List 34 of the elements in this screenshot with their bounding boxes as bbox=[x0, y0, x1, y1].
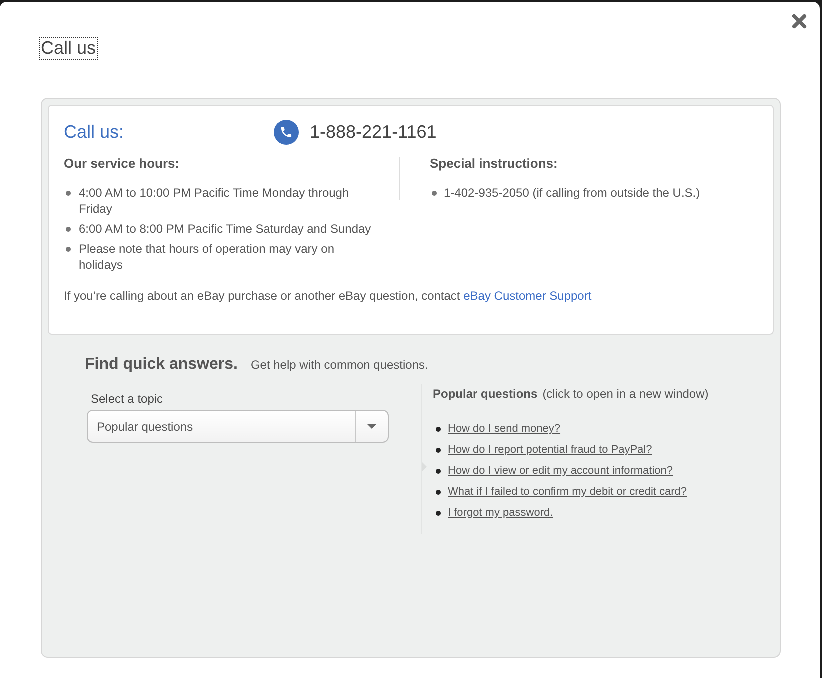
question-link[interactable]: I forgot my password. bbox=[448, 506, 554, 520]
bullet-icon bbox=[66, 191, 71, 196]
special-instructions-text: 1-402-935-2050 (if calling from outside the U.S.) bbox=[444, 185, 700, 201]
call-us-heading: Call us: bbox=[64, 121, 124, 143]
phone-number: 1-888-221-1161 bbox=[310, 121, 437, 143]
bullet-icon bbox=[66, 227, 71, 232]
quick-answers-subheading: Get help with common questions. bbox=[250, 357, 428, 373]
popular-questions-hint: (click to open in a new window) bbox=[542, 387, 709, 401]
service-hours-text: 4:00 AM to 10:00 PM Pacific Time Monday through Friday bbox=[79, 185, 350, 217]
bullet-icon bbox=[436, 426, 441, 432]
quick-answers-heading: Find quick answers. bbox=[85, 355, 238, 375]
service-hours-heading: Our service hours: bbox=[64, 157, 180, 171]
special-instructions-heading: Special instructions: bbox=[430, 157, 558, 171]
bullet-icon bbox=[432, 191, 437, 196]
service-hours-text: 6:00 AM to 8:00 PM Pacific Time Saturday and Sunday bbox=[79, 221, 372, 237]
phone-icon bbox=[274, 120, 299, 144]
caret-icon bbox=[367, 424, 377, 429]
bullet-icon bbox=[66, 247, 71, 252]
popular-questions-heading: Popular questions bbox=[433, 387, 538, 401]
service-hours-text: Please note that hours of operation may vary on holidays bbox=[79, 241, 336, 273]
topic-select[interactable]: Popular questions bbox=[87, 410, 389, 443]
dialog-title: Call us bbox=[39, 37, 98, 60]
close-icon[interactable] bbox=[792, 14, 807, 29]
question-link[interactable]: How do I view or edit my account information? bbox=[448, 464, 673, 478]
customer-support-link[interactable]: eBay Customer Support bbox=[464, 289, 592, 303]
ebay-question-note: If you’re calling about an eBay purchase or another eBay question, contact eBay Customer Support bbox=[64, 288, 592, 304]
question-link[interactable]: How do I report potential fraud to PayPal? bbox=[448, 443, 652, 457]
bullet-icon bbox=[436, 448, 441, 452]
bullet-icon bbox=[436, 468, 441, 474]
question-link[interactable]: What if I failed to confirm my debit or credit card? bbox=[448, 485, 688, 499]
question-link[interactable]: How do I send money? bbox=[448, 422, 561, 436]
bullet-icon bbox=[436, 490, 441, 494]
select-topic-label: Select a topic bbox=[91, 392, 164, 406]
bullet-icon bbox=[436, 510, 441, 516]
